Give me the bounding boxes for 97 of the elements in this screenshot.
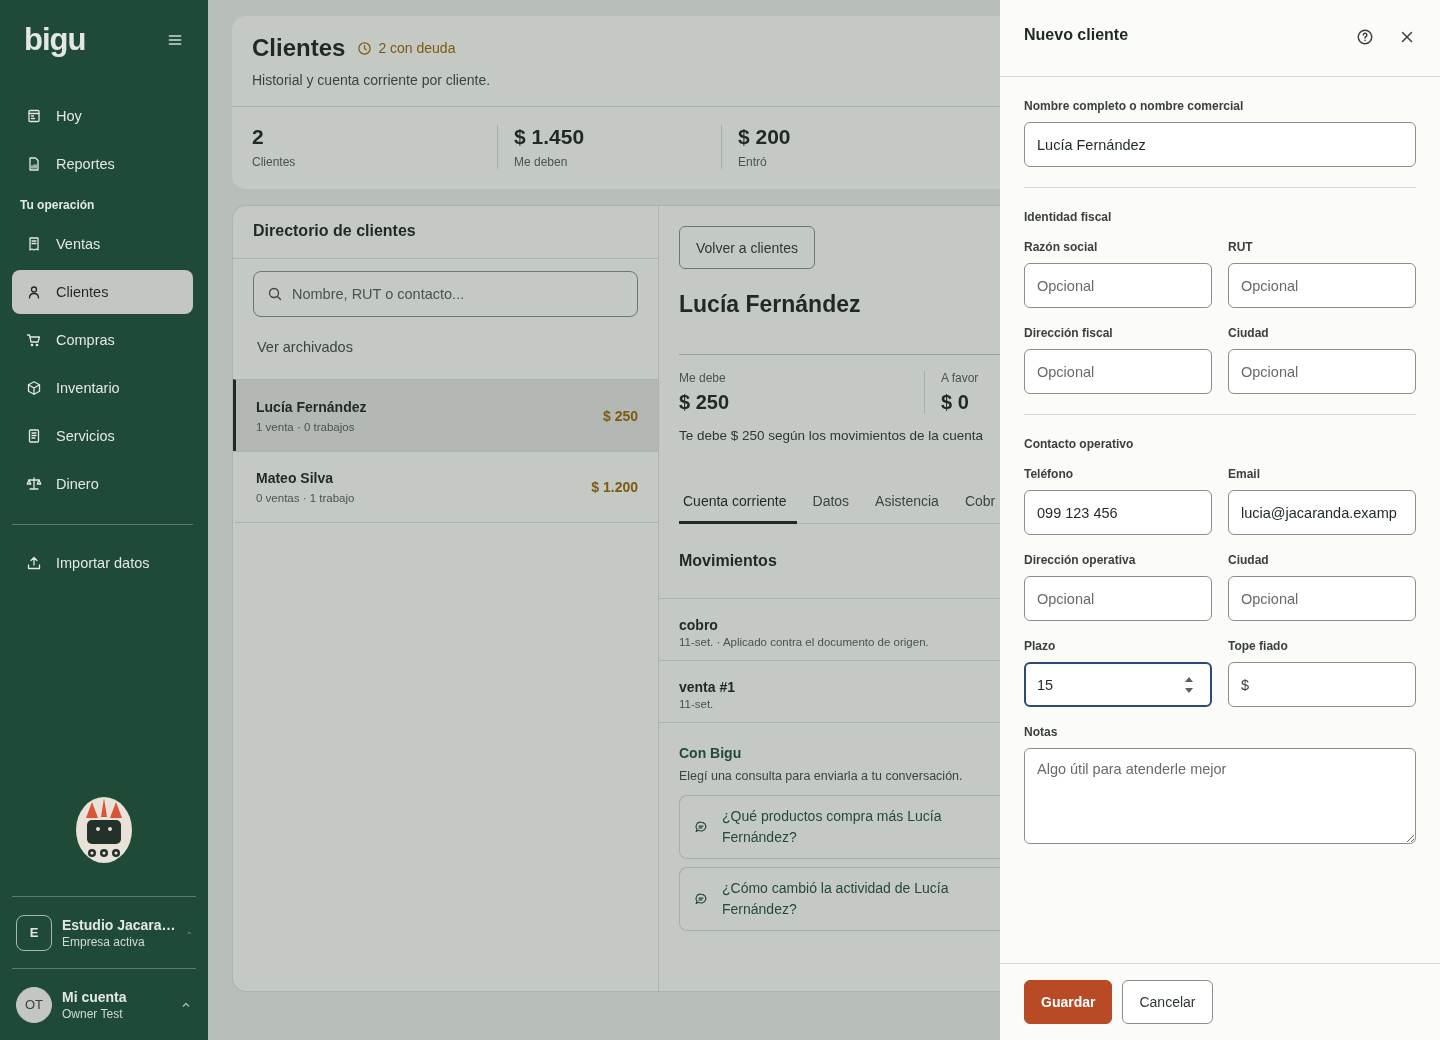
help-icon[interactable] [1356, 28, 1374, 46]
receipt-icon [26, 236, 42, 252]
field-label: Dirección fiscal [1024, 326, 1114, 340]
tab[interactable]: Datos [808, 485, 860, 524]
stat-value: 2 [252, 125, 265, 149]
balance-label: Me debe [679, 371, 727, 385]
box-icon [26, 380, 42, 396]
logo: bigu [24, 22, 86, 58]
workspace-status: Empresa activa [62, 934, 146, 949]
field-label: Nombre completo o nombre comercial [1024, 99, 1245, 113]
section-title: Contacto operativo [1024, 437, 1135, 451]
input-field[interactable]: Opcional [1228, 576, 1416, 621]
movement-title: venta #1 [679, 679, 737, 695]
calendar-icon [26, 108, 42, 124]
upload-icon [26, 555, 42, 571]
client-meta: 0 ventas · 1 trabajo [256, 492, 355, 504]
field-label: Plazo [1024, 639, 1057, 653]
input-field[interactable] [1228, 662, 1416, 707]
account-avatar: OT [16, 986, 52, 1023]
archived-link[interactable]: Ver archivados [257, 339, 353, 355]
account-user: Owner Test [62, 1006, 124, 1021]
nav-item[interactable]: Ventas [12, 222, 193, 266]
directory-title: Directorio de clientes [233, 206, 658, 259]
search-field[interactable]: Nombre, RUT o contacto... [253, 271, 638, 317]
client-amount: $ 1.200 [591, 479, 638, 495]
field-label: RUT [1228, 240, 1254, 254]
input-field[interactable]: Opcional [1024, 263, 1212, 308]
field-label: Ciudad [1228, 553, 1270, 567]
input-field[interactable]: Opcional [1024, 349, 1212, 394]
field-label: Razón social [1024, 240, 1099, 254]
balance-summary: Te debe $ 250 según los movimientos de la cuenta [679, 428, 984, 443]
nav-item[interactable]: Compras [12, 318, 193, 362]
chat-icon [694, 892, 708, 906]
nav-item[interactable]: Importar datos [12, 541, 193, 585]
field-label: Email [1228, 467, 1261, 481]
field-label: Dirección operativa [1024, 553, 1137, 567]
client-name: Mateo Silva [256, 470, 335, 486]
assistant-subtitle: Elegí una consulta para enviarla a tu conversación. [679, 769, 964, 783]
input-field[interactable]: Opcional [1228, 349, 1416, 394]
input-field[interactable]: 099 123 456 [1024, 490, 1212, 535]
user-icon [26, 284, 42, 300]
section-label: Tu operación [19, 197, 96, 214]
clock-icon [357, 40, 373, 56]
input-field[interactable]: Opcional [1228, 263, 1416, 308]
nav-item[interactable]: Reportes [12, 142, 193, 186]
chat-icon [694, 820, 708, 834]
page-title: Clientes [252, 34, 346, 62]
workspace-avatar: E [16, 914, 52, 951]
client-row[interactable]: Mateo Silva 0 ventas · 1 trabajo $ 1.200 [233, 451, 658, 523]
save-button[interactable]: Guardar [1024, 980, 1113, 1024]
page-subtitle: Historial y cuenta corriente por cliente. [252, 72, 492, 88]
stat-label: Entró [738, 155, 768, 169]
drawer-title: Nuevo cliente [1024, 26, 1129, 44]
movement-title: cobro [679, 617, 719, 633]
movement-meta: 11-set. [679, 698, 715, 710]
nav-item[interactable]: Clientes [12, 270, 193, 314]
account-name: Mi cuenta [62, 988, 128, 1005]
client-amount: $ 250 [602, 407, 638, 424]
stat-value: $ 200 [738, 125, 792, 149]
number-field[interactable]: 15 [1024, 662, 1212, 707]
balance-value: $ 250 [679, 391, 731, 414]
workspace-name: Estudio Jacara… [62, 916, 176, 933]
scale-icon [26, 476, 42, 492]
document-icon [26, 428, 42, 444]
client-name: Lucía Fernández [256, 398, 367, 415]
nav-item[interactable]: Dinero [12, 462, 193, 506]
currency-prefix: $ [1241, 676, 1250, 693]
movement-meta: 11-set. · Aplicado contra el documento de origen. [679, 636, 930, 648]
report-icon [26, 156, 42, 172]
balance-label: A favor [941, 371, 980, 385]
field-label: Teléfono [1024, 467, 1075, 481]
search-icon [267, 286, 283, 302]
nav-item[interactable]: Inventario [12, 366, 193, 410]
nav-item[interactable]: Hoy [12, 94, 193, 138]
stat-label: Clientes [252, 155, 297, 169]
tab[interactable]: Cobr [960, 485, 1000, 524]
tab[interactable]: Cuenta corriente [679, 485, 797, 524]
stat-label: Me deben [514, 155, 569, 169]
client-row[interactable]: Lucía Fernández 1 venta · 0 trabajos $ 250 [233, 379, 658, 451]
balance-value: $ 0 [941, 391, 970, 414]
section-title: Identidad fiscal [1024, 210, 1113, 224]
field-label: Ciudad [1228, 326, 1270, 340]
nav-item[interactable]: Servicios [12, 414, 193, 458]
field-label: Notas [1024, 725, 1059, 739]
back-button[interactable]: Volver a clientes [679, 226, 815, 269]
client-meta: 1 venta · 0 trabajos [256, 420, 356, 433]
input-field[interactable]: Lucía Fernández [1024, 122, 1416, 167]
input-field[interactable]: lucia@jacaranda.examp [1228, 490, 1416, 535]
debt-count: 2 con deuda [378, 40, 456, 56]
assistant-title: Con Bigu [679, 745, 743, 761]
tab[interactable]: Asistencia [871, 485, 949, 524]
stat-value: $ 1.450 [514, 125, 586, 149]
notes-field[interactable]: Algo útil para atenderle mejor [1024, 748, 1416, 844]
input-field[interactable]: Opcional [1024, 576, 1212, 621]
cart-icon [26, 332, 42, 348]
cancel-button[interactable]: Cancelar [1122, 980, 1213, 1024]
field-label: Tope fiado [1228, 639, 1289, 653]
